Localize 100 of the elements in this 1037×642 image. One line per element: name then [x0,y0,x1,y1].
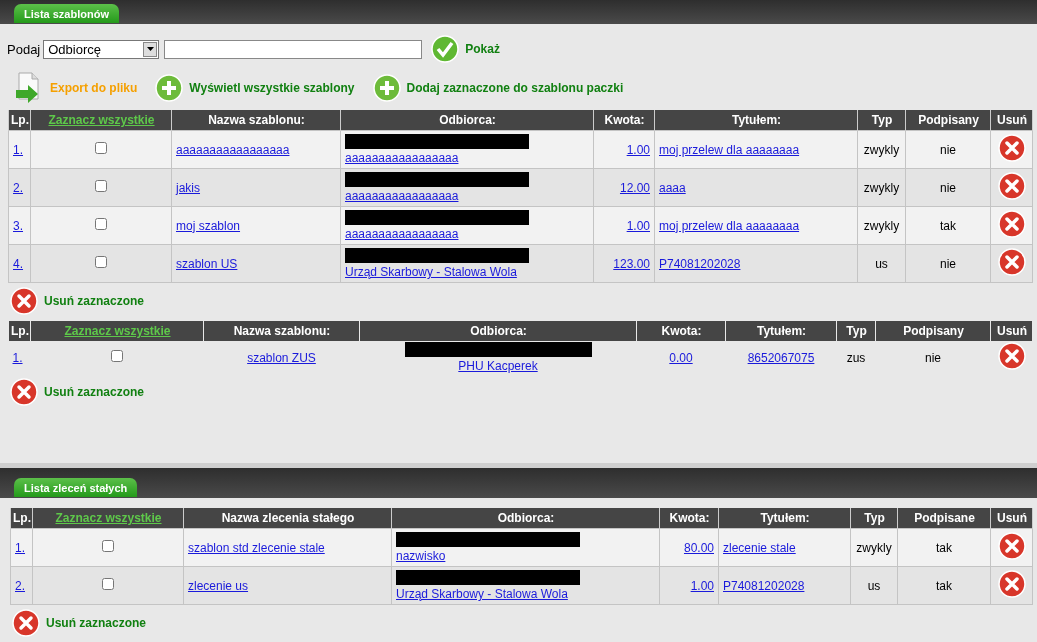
delete-button[interactable] [997,248,1026,276]
transfer-title-link[interactable]: P74081202028 [659,256,741,271]
column-header: Usuń [990,321,1033,341]
column-header: Odbiorca: [391,508,660,529]
column-header: Lp. [8,321,31,341]
amount-link[interactable]: 0.00 [669,350,693,365]
add-button[interactable]: Dodaj zaznaczone do szablonu paczki [372,74,624,102]
delete-icon [997,210,1026,238]
column-header: Typ [836,321,876,341]
amount-link[interactable]: 1.00 [690,578,714,593]
signed-text: tak [936,540,952,555]
add-button[interactable]: Wyświetl wszystkie szablony [155,74,355,102]
column-header: Typ [850,508,898,529]
type-text: zwykly [863,180,900,195]
recipient-link[interactable]: nazwisko [396,549,446,563]
delete-icon [997,248,1026,276]
type-text: zwykly [856,540,892,555]
delete-icon [997,532,1026,560]
recipient-link[interactable]: aaaaaaaaaaaaaaaaa [345,189,459,203]
column-header: Lp. [8,110,31,131]
transfer-title-link[interactable]: 8652067075 [747,350,815,365]
amount-link[interactable]: 1.00 [626,218,650,233]
delete-button[interactable] [997,342,1026,370]
search-label: Podaj [7,41,41,57]
type-text: zus [846,350,866,365]
recipient-link[interactable]: aaaaaaaaaaaaaaaaa [345,227,459,241]
row-number-link[interactable]: 2. [15,578,25,593]
delete-icon [997,172,1026,200]
signed-text: nie [940,142,956,157]
column-header: Podpisane [897,508,991,529]
row-checkbox[interactable] [95,256,107,268]
column-header: Tytułem: [654,110,858,131]
delete-button[interactable] [997,172,1026,200]
delete-selected-button[interactable]: Usuń zaznaczone [10,378,145,406]
row-checkbox[interactable] [95,218,107,230]
signed-text: nie [940,180,956,195]
delete-button[interactable] [997,210,1026,238]
row-checkbox[interactable] [111,350,123,362]
column-header: Lp. [10,508,33,529]
column-header: Kwota: [659,508,719,529]
type-text: zwykly [863,218,900,233]
amount-link[interactable]: 80.00 [683,540,714,555]
type-text: zwykly [863,142,900,157]
row-number-link[interactable]: 2. [13,180,23,195]
column-header: Odbiorca: [359,321,637,341]
plus-icon [372,74,401,102]
transfer-title-link[interactable]: aaaa [659,180,686,195]
row-number-link[interactable]: 4. [13,256,23,271]
column-header: Nazwa szablonu: [203,321,360,341]
plus-icon [155,74,184,102]
row-number-link[interactable]: 1. [12,350,23,365]
column-header: Odbiorca: [340,110,594,131]
column-header: Usuń [990,508,1033,529]
column-header: Tytułem: [725,321,837,341]
signed-text: nie [925,350,941,365]
row-number-link[interactable]: 1. [13,142,23,157]
column-header: Tytułem: [718,508,851,529]
delete-selected-button[interactable]: Usuń zaznaczone [12,609,147,637]
column-header: Nazwa szablonu: [171,110,341,131]
row-checkbox[interactable] [95,180,107,192]
column-header: Podpisany [905,110,991,131]
column-header: Usuń [990,110,1033,131]
row-checkbox[interactable] [102,578,114,590]
amount-link[interactable]: 1.00 [626,142,650,157]
search-field[interactable] [164,39,423,59]
template-name-link[interactable]: szablon US [176,256,238,271]
delete-selected-button[interactable]: Usuń zaznaczone [10,287,145,315]
show-button[interactable]: Pokaż [431,35,500,63]
delete-icon [10,378,38,406]
row-number-link[interactable]: 1. [15,540,25,555]
amount-link[interactable]: 12.00 [619,180,650,195]
delete-icon [10,287,38,315]
delete-button[interactable] [997,532,1026,560]
column-header: Podpisany [875,321,991,341]
recipient-link[interactable]: PHU Kacperek [458,359,538,373]
type-text: us [875,256,888,271]
column-header: Kwota: [593,110,655,131]
template-name-link[interactable]: zlecenie us [188,578,249,593]
column-header: Typ [857,110,906,131]
field-select[interactable]: Odbiorcę [43,39,160,59]
delete-button[interactable] [997,570,1026,598]
check-icon [431,35,460,63]
delete-icon [12,609,40,637]
recipient-link[interactable]: aaaaaaaaaaaaaaaaa [345,151,459,165]
row-checkbox[interactable] [102,540,114,552]
signed-text: tak [940,218,956,233]
column-header: Nazwa zlecenia stałego [183,508,392,529]
signed-text: nie [940,256,956,271]
row-checkbox[interactable] [95,142,107,154]
delete-icon [997,570,1026,598]
signed-text: tak [936,578,952,593]
delete-button[interactable] [997,134,1026,162]
delete-icon [997,342,1026,370]
delete-icon [997,134,1026,162]
column-header: Kwota: [636,321,726,341]
template-name-link[interactable]: szablon ZUS [247,350,316,365]
row-number-link[interactable]: 3. [13,218,23,233]
template-name-link[interactable]: moj szablon [176,218,241,233]
template-name-link[interactable]: jakis [176,180,200,195]
type-text: us [867,578,881,593]
